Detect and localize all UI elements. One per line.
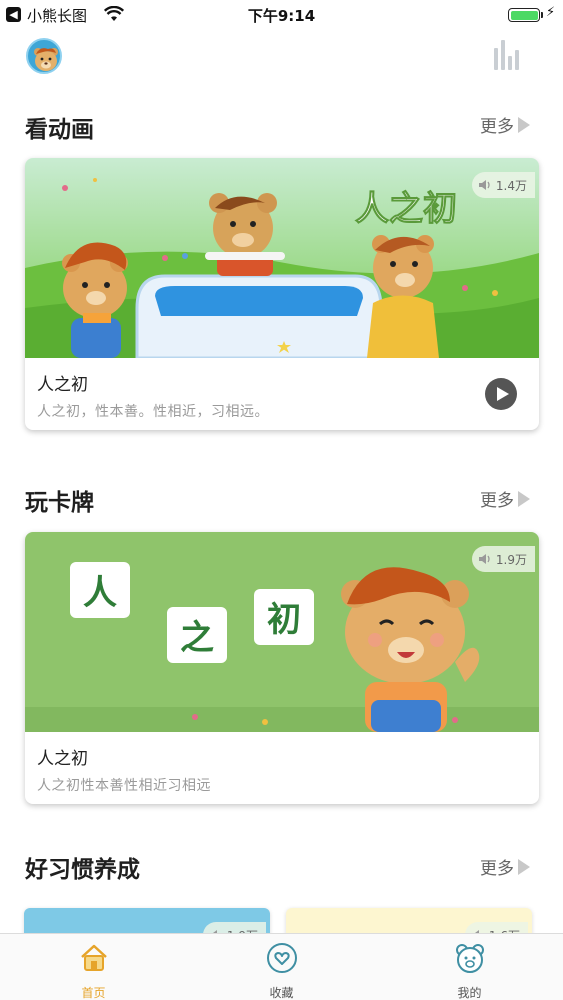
play-button[interactable] <box>485 378 517 410</box>
heart-icon <box>267 943 297 973</box>
flashcard-card[interactable]: 人 之 初 1.9万 人之初 人之初性本善性相近习相远 <box>25 532 539 804</box>
animation-card[interactable]: 人之初 1.4万 人之初 人之初，性本善。性相近，习相远。 <box>25 158 539 430</box>
clock: 下午9:14 <box>247 7 316 25</box>
tab-home[interactable]: 首页 <box>0 934 187 1000</box>
avatar[interactable] <box>26 38 62 74</box>
arrow-right-icon <box>518 858 530 875</box>
more-link-habits[interactable]: 更多 <box>480 854 530 879</box>
battery-icon <box>508 8 540 22</box>
charging-icon: ⚡ <box>546 5 556 20</box>
more-label: 更多 <box>480 491 514 511</box>
card-char-1: 人 <box>83 573 117 613</box>
flashcard-scene-image: 人 之 初 <box>25 532 539 732</box>
card-title: 人之初 <box>37 749 88 769</box>
speaker-icon <box>478 554 490 564</box>
tab-profile[interactable]: 我的 <box>376 934 563 1000</box>
more-link-cards[interactable]: 更多 <box>480 486 530 511</box>
bear-icon <box>456 944 484 973</box>
section-title-cards: 玩卡牌 <box>25 490 94 516</box>
home-icon <box>81 944 107 971</box>
bar-chart-icon[interactable] <box>493 40 525 72</box>
card-title: 人之初 <box>37 375 88 395</box>
card-char-3: 初 <box>267 600 301 640</box>
more-label: 更多 <box>480 859 514 879</box>
play-count-badge: 1.4万 <box>471 172 535 198</box>
cartoon-scene-image: 人之初 <box>25 158 539 358</box>
play-count-badge: 1.9万 <box>471 546 535 572</box>
status-bar: ◀ 小熊长图 下午9:14 ⚡ <box>0 0 563 30</box>
arrow-right-icon <box>518 116 530 133</box>
play-count: 1.9万 <box>495 552 527 567</box>
more-link-animation[interactable]: 更多 <box>480 112 530 137</box>
tab-bar: 首页 收藏 我的 <box>0 933 563 1000</box>
play-count: 1.4万 <box>495 178 527 193</box>
card-subtitle: 人之初性本善性相近习相远 <box>37 778 211 794</box>
image-title-text: 人之初 <box>355 189 457 229</box>
animation-thumbnail[interactable]: 人之初 1.4万 <box>25 158 539 358</box>
section-title-habits: 好习惯养成 <box>25 857 140 883</box>
bear-avatar-icon <box>34 48 58 71</box>
tab-label: 收藏 <box>269 986 294 1000</box>
flashcard-thumbnail[interactable]: 人 之 初 1.9万 <box>25 532 539 732</box>
speaker-icon <box>478 180 490 190</box>
more-label: 更多 <box>480 117 514 137</box>
section-title-animation: 看动画 <box>25 117 94 143</box>
battery-tip <box>541 12 543 18</box>
card-subtitle: 人之初，性本善。性相近，习相远。 <box>37 404 269 420</box>
tab-label: 我的 <box>457 986 482 1000</box>
tab-label: 首页 <box>81 986 106 1000</box>
arrow-right-icon <box>518 490 530 507</box>
tab-favorites[interactable]: 收藏 <box>188 934 375 1000</box>
card-char-2: 之 <box>180 618 214 658</box>
